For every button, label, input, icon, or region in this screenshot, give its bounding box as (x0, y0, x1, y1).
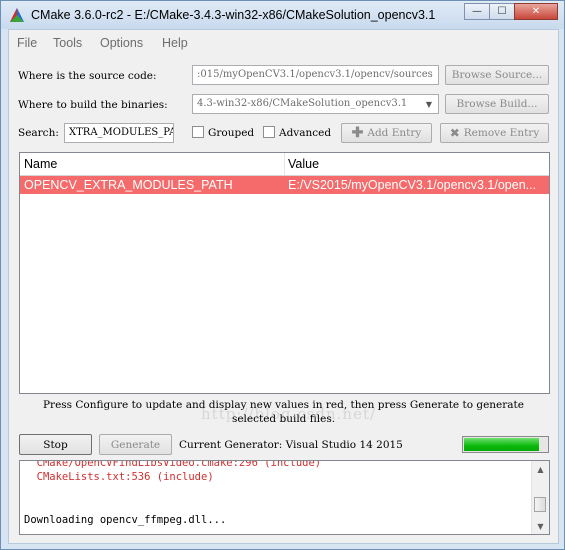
output-line: CMake/OpenCVFindLibsVideo.cmake:296 (inc… (24, 460, 322, 469)
output-line: Downloading opencv_ffmpeg.dll... (24, 514, 227, 526)
grouped-checkbox[interactable] (192, 126, 204, 138)
browse-source-button[interactable]: Browse Source... (445, 65, 549, 85)
minimize-button[interactable]: — (464, 3, 490, 20)
scroll-down-icon[interactable]: ▼ (532, 518, 549, 534)
chevron-down-icon[interactable]: ▼ (421, 96, 437, 112)
build-path-combo[interactable]: 4.3-win32-x86/CMakeSolution_opencv3.1 ▼ (192, 94, 439, 114)
build-label: Where to build the binaries: (18, 99, 168, 111)
row-name-cell[interactable]: OPENCV_EXTRA_MODULES_PATH (24, 178, 280, 192)
close-button[interactable]: ✕ (514, 3, 558, 20)
plus-icon: ✚ (351, 125, 364, 141)
progress-fill (464, 438, 539, 451)
window-title: CMake 3.6.0-rc2 - E:/CMake-3.4.3-win32-x… (31, 8, 436, 22)
menu-help[interactable]: Help (162, 36, 188, 50)
table-row[interactable]: OPENCV_EXTRA_MODULES_PATH E:/VS2015/myOp… (20, 176, 549, 194)
scroll-thumb[interactable] (534, 497, 546, 512)
column-value-header[interactable]: Value (288, 157, 319, 171)
table-header: Name Value (20, 153, 549, 176)
search-input[interactable]: XTRA_MODULES_PATH (64, 123, 174, 143)
output-log[interactable]: CMake/OpenCVFindLibsVideo.cmake:296 (inc… (19, 460, 550, 535)
output-line: CMakeLists.txt:536 (include) (24, 471, 214, 483)
progress-bar (462, 436, 549, 453)
cmake-window: CMake 3.6.0-rc2 - E:/CMake-3.4.3-win32-x… (0, 0, 565, 550)
output-scrollbar[interactable]: ▲ ▼ (531, 461, 549, 534)
hint-line-2: selected build files. (231, 413, 336, 425)
row-value-cell[interactable]: E:/VS2015/myOpenCV3.1/opencv3.1/open... (288, 178, 546, 192)
main-panel: File Tools Options Help Where is the sou… (8, 29, 559, 544)
scroll-up-icon[interactable]: ▲ (532, 461, 549, 477)
browse-build-button[interactable]: Browse Build... (445, 94, 549, 114)
menu-file[interactable]: File (17, 36, 37, 50)
hint-line-1: Press Configure to update and display ne… (42, 399, 524, 411)
stop-button[interactable]: Stop (19, 434, 92, 455)
maximize-button[interactable]: ☐ (489, 3, 515, 20)
remove-icon: ✖ (449, 126, 460, 140)
remove-entry-button[interactable]: ✖ Remove Entry (440, 123, 549, 143)
grouped-label: Grouped (208, 127, 255, 139)
column-name-header[interactable]: Name (24, 157, 57, 171)
column-divider[interactable] (284, 153, 285, 175)
generate-button[interactable]: Generate (99, 434, 172, 455)
cache-table[interactable]: Name Value OPENCV_EXTRA_MODULES_PATH E:/… (19, 152, 550, 423)
current-generator-label: Current Generator: Visual Studio 14 2015 (179, 439, 403, 451)
search-label: Search: (18, 127, 59, 139)
menu-bar: File Tools Options Help (9, 30, 558, 54)
window-controls: — ☐ ✕ (464, 3, 558, 21)
add-entry-button[interactable]: ✚ Add Entry (341, 123, 432, 143)
title-bar[interactable]: CMake 3.6.0-rc2 - E:/CMake-3.4.3-win32-x… (1, 1, 564, 29)
build-path-value: 4.3-win32-x86/CMakeSolution_opencv3.1 (197, 98, 408, 109)
source-path-input[interactable]: :015/myOpenCV3.1/opencv3.1/opencv/source… (192, 65, 439, 85)
menu-options[interactable]: Options (100, 36, 143, 50)
source-label: Where is the source code: (18, 70, 157, 82)
add-entry-label: Add Entry (367, 127, 422, 139)
menu-tools[interactable]: Tools (53, 36, 82, 50)
cmake-logo-icon (10, 8, 24, 22)
advanced-checkbox[interactable] (263, 126, 275, 138)
advanced-label: Advanced (279, 127, 332, 139)
remove-entry-label: Remove Entry (463, 127, 540, 139)
